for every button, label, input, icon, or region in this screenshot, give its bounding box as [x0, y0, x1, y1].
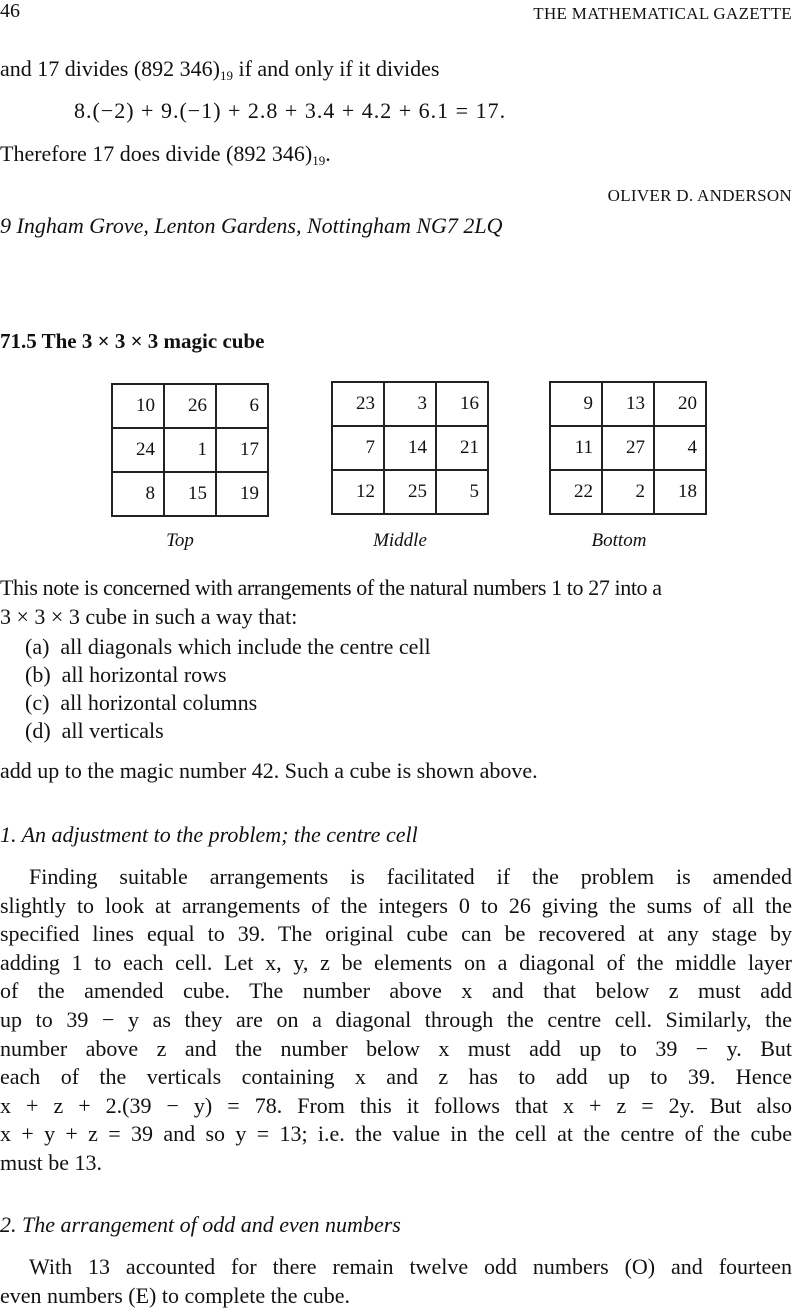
- text: and 17 divides (892 346): [0, 56, 220, 81]
- paragraph-line: number above z and the number below x mu…: [0, 1035, 792, 1061]
- condition-label: (c): [25, 690, 50, 715]
- section-2-heading: 2. The arrangement of odd and even numbe…: [0, 1212, 401, 1237]
- condition-text: all horizontal rows: [61, 662, 227, 687]
- note-title: 71.5 The 3 × 3 × 3 magic cube: [0, 329, 265, 353]
- condition-text: all verticals: [61, 718, 164, 743]
- grid-cell: 13: [601, 381, 655, 427]
- paragraph-line: With 13 accounted for there remain twelv…: [29, 1254, 792, 1279]
- condition-c: (c) all horizontal columns: [25, 689, 257, 717]
- author-name: OLIVER D. ANDERSON: [607, 186, 792, 205]
- grid-cell: 3: [383, 381, 437, 427]
- grid-row: 9 13 20: [549, 381, 707, 427]
- grid-row: 24 1 17: [111, 427, 269, 473]
- paragraph-line: Finding suitable arrangements is facilit…: [29, 864, 792, 889]
- text: .: [325, 141, 331, 166]
- grid-cell: 5: [435, 469, 489, 515]
- text: Therefore 17 does divide (892 346): [0, 141, 313, 166]
- paragraph-line: must be 13.: [0, 1150, 103, 1175]
- author-address: 9 Ingham Grove, Lenton Gardens, Nottingh…: [0, 213, 503, 238]
- grid-cell: 12: [331, 469, 385, 515]
- grid-cell: 24: [111, 427, 165, 473]
- paragraph-line: x + z + 2.(39 − y) = 78. From this it fo…: [0, 1092, 792, 1118]
- paragraph-line: adding 1 to each cell. Let x, y, z be el…: [0, 949, 792, 975]
- condition-b: (b) all horizontal rows: [25, 661, 227, 689]
- grid-cell: 11: [549, 425, 603, 471]
- grid-cell: 22: [549, 469, 603, 515]
- condition-a: (a) all diagonals which include the cent…: [25, 633, 431, 661]
- conclusion: add up to the magic number 42. Such a cu…: [0, 758, 538, 783]
- page-number: 46: [0, 0, 20, 22]
- layer-grid-top: 10 26 6 24 1 17 8 15 19: [111, 383, 269, 517]
- grid-cell: 17: [215, 427, 269, 473]
- journal-title: THE MATHEMATICAL GAZETTE: [533, 4, 792, 23]
- base-subscript: 19: [219, 68, 233, 83]
- grid-cell: 1: [163, 427, 217, 473]
- grid-row: 10 26 6: [111, 383, 269, 429]
- grid-cell: 14: [383, 425, 437, 471]
- grid-cell: 9: [549, 381, 603, 427]
- layer-caption-middle: Middle: [373, 530, 427, 551]
- grid-cell: 8: [111, 471, 165, 517]
- paragraph-line: up to 39 − y as they are on a diagonal t…: [0, 1007, 792, 1032]
- grid-row: 23 3 16: [331, 381, 489, 427]
- grid-row: 11 27 4: [549, 425, 707, 471]
- grid-cell: 6: [215, 383, 269, 429]
- prev-note-line-3: Therefore 17 does divide (892 346)19.: [0, 140, 331, 168]
- grid-row: 7 14 21: [331, 425, 489, 471]
- condition-label: (b): [25, 662, 51, 687]
- paragraph-line: specified lines equal to 39. The origina…: [0, 921, 792, 947]
- equation: 8.(−2) + 9.(−1) + 2.8 + 3.4 + 4.2 + 6.1 …: [74, 98, 507, 123]
- condition-d: (d) all verticals: [25, 717, 164, 745]
- paragraph-line: slightly to look at arrangements of the …: [0, 892, 792, 918]
- grid-cell: 20: [653, 381, 707, 427]
- paragraph-line: of the amended cube. The number above x …: [0, 978, 792, 1004]
- grid-row: 12 25 5: [331, 469, 489, 515]
- grid-cell: 4: [653, 425, 707, 471]
- intro-line-2: 3 × 3 × 3 cube in such a way that:: [0, 604, 298, 629]
- condition-label: (d): [25, 718, 51, 743]
- intro-line-1: This note is concerned with arrangements…: [0, 575, 662, 600]
- grid-row: 22 2 18: [549, 469, 707, 515]
- section-1-heading: 1. An adjustment to the problem; the cen…: [0, 822, 418, 847]
- grid-cell: 15: [163, 471, 217, 517]
- paragraph-line: each of the verticals containing x and z…: [0, 1064, 792, 1090]
- prev-note-line-1: and 17 divides (892 346)19 if and only i…: [0, 55, 440, 83]
- condition-text: all horizontal columns: [60, 690, 258, 715]
- grid-cell: 23: [331, 381, 385, 427]
- grid-cell: 18: [653, 469, 707, 515]
- grid-cell: 21: [435, 425, 489, 471]
- base-subscript: 19: [312, 153, 326, 168]
- condition-text: all diagonals which include the centre c…: [60, 634, 431, 659]
- grid-cell: 19: [215, 471, 269, 517]
- layer-caption-bottom: Bottom: [591, 530, 647, 551]
- condition-label: (a): [25, 634, 50, 659]
- layer-grid-middle: 23 3 16 7 14 21 12 25 5: [331, 381, 489, 515]
- paragraph-line: x + y + z = 39 and so y = 13; i.e. the v…: [0, 1121, 792, 1147]
- text: if and only if it divides: [232, 56, 440, 81]
- layer-caption-top: Top: [166, 530, 194, 551]
- grid-cell: 10: [111, 383, 165, 429]
- grid-cell: 2: [601, 469, 655, 515]
- grid-cell: 25: [383, 469, 437, 515]
- layer-grid-bottom: 9 13 20 11 27 4 22 2 18: [549, 381, 707, 515]
- grid-row: 8 15 19: [111, 471, 269, 517]
- grid-cell: 7: [331, 425, 385, 471]
- grid-cell: 27: [601, 425, 655, 471]
- grid-cell: 26: [163, 383, 217, 429]
- paragraph-line: even numbers (E) to complete the cube.: [0, 1282, 351, 1308]
- grid-cell: 16: [435, 381, 489, 427]
